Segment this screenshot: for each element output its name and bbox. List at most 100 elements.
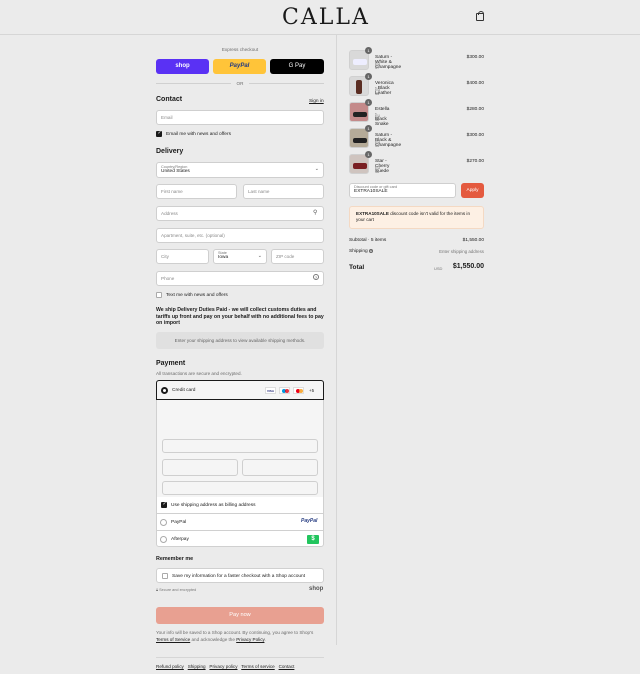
quantity-badge: 1 [365, 47, 372, 54]
afterpay-radio[interactable] [160, 536, 167, 543]
product-price: $300.00 [466, 133, 484, 138]
paypal-logo-icon: PayPal [301, 518, 318, 524]
column-divider [336, 35, 337, 645]
text-me-checkbox[interactable] [156, 292, 162, 298]
or-label: OR [236, 81, 244, 86]
product-price: $270.00 [466, 159, 484, 164]
discount-field[interactable]: Discount code or gift card EXTRA10SALE [349, 183, 456, 198]
afterpay-option-label[interactable]: Afterpay [171, 537, 189, 542]
quantity-badge: 1 [365, 99, 372, 106]
search-icon: ⚲ [313, 210, 318, 216]
country-value: United States [161, 169, 190, 174]
product-size: EU 38 [375, 166, 381, 174]
shoe-image [353, 138, 367, 143]
footer-divider [156, 657, 324, 658]
brand-logo[interactable]: CALLA [282, 5, 370, 30]
shipping-methods-info: Enter your shipping address to view avai… [156, 332, 324, 349]
radio-selected[interactable] [161, 387, 168, 394]
quantity-badge: 1 [365, 125, 372, 132]
product-price: $300.00 [466, 55, 484, 60]
quantity-badge: 1 [365, 151, 372, 158]
last-name-field[interactable]: Last name [243, 184, 324, 199]
terms-of-service-link[interactable]: Terms of service [241, 664, 274, 669]
lock-icon: 🔒︎ [156, 588, 159, 592]
security-code-field[interactable] [242, 459, 318, 476]
discount-value: EXTRA10SALE [354, 189, 388, 194]
remember-me-box: Save my information for a faster checkou… [156, 568, 324, 583]
site-header: CALLA [0, 0, 640, 35]
payment-subtitle: All transactions are secure and encrypte… [156, 371, 242, 376]
name-on-card-field[interactable] [162, 481, 318, 495]
expiration-date-field[interactable] [162, 459, 238, 476]
shoe-image [353, 163, 367, 169]
visa-icon: VISA [265, 387, 276, 394]
shipping-label: Shipping ? [349, 249, 374, 254]
secure-label: Secure and encrypted [159, 588, 197, 592]
text-me-label: Text me with news and offers [166, 293, 228, 298]
product-price: $400.00 [466, 81, 484, 86]
delivery-title: Delivery [156, 148, 184, 155]
remember-me-title: Remember me [156, 556, 194, 562]
terms-link[interactable]: Terms of Service [156, 637, 190, 642]
zip-field[interactable]: ZIP code [271, 249, 324, 264]
quantity-badge: 1 [365, 73, 372, 80]
newsletter-checkbox[interactable] [156, 130, 162, 137]
chevron-down-icon: ⌄ [257, 253, 262, 259]
shop-pay-button[interactable]: shop [156, 59, 209, 74]
contact-title: Contact [156, 96, 183, 103]
privacy-link[interactable]: Privacy Policy [236, 637, 264, 642]
or-divider-left [156, 83, 231, 84]
help-icon[interactable]: ? [313, 274, 319, 280]
error-code: EXTRA10SALE [356, 211, 389, 216]
save-info-checkbox[interactable] [162, 573, 168, 579]
country-select[interactable]: Country/Region United States ⌄ [156, 162, 324, 178]
refund-policy-link[interactable]: Refund policy [156, 664, 184, 669]
paypal-option-label[interactable]: PayPal [171, 520, 186, 525]
address-field[interactable]: Address [156, 206, 324, 221]
paypal-radio[interactable] [160, 519, 167, 526]
contact-link[interactable]: Contact [279, 664, 295, 669]
product-price: $280.00 [466, 107, 484, 112]
shipping-link[interactable]: Shipping [188, 664, 206, 669]
phone-field[interactable]: Phone [156, 271, 324, 286]
email-field[interactable]: Email [156, 110, 324, 125]
save-info-label: Save my information for a faster checkou… [172, 574, 306, 579]
footer-links: Refund policy Shipping Privacy policy Te… [156, 664, 294, 669]
credit-card-label: Credit card [172, 388, 196, 393]
discount-error-banner: EXTRA10SALE discount code isn't valid fo… [349, 206, 484, 229]
first-name-field[interactable]: First name [156, 184, 237, 199]
state-select[interactable]: State Iowa ⌄ [213, 249, 267, 264]
pay-now-button[interactable]: Pay now [156, 607, 324, 624]
currency-code: USD [434, 266, 443, 271]
sign-in-link[interactable]: Sign in [309, 99, 324, 104]
privacy-policy-link[interactable]: Privacy policy [209, 664, 237, 669]
divider [156, 513, 324, 514]
card-number-field[interactable] [162, 439, 318, 453]
shipping-text: Shipping [349, 249, 368, 254]
shoe-image [356, 80, 362, 94]
mastercard-icon [293, 387, 304, 394]
apply-button[interactable]: Apply [461, 183, 484, 198]
apartment-field[interactable]: Apartment, suite, etc. (optional) [156, 228, 324, 243]
or-divider-right [249, 83, 324, 84]
product-size: EU 36 [375, 88, 381, 96]
help-icon[interactable]: ? [369, 249, 374, 253]
shoe-image [353, 112, 367, 117]
legal-and: and acknowledge the [191, 637, 235, 642]
billing-same-checkbox[interactable] [161, 501, 167, 508]
google-pay-button[interactable]: G Pay [270, 59, 324, 74]
city-field[interactable]: City [156, 249, 209, 264]
newsletter-label: Email me with news and offers [166, 132, 231, 137]
paypal-button[interactable]: PayPal [213, 59, 266, 74]
legal-period: . [264, 637, 266, 642]
shoe-image [353, 59, 367, 65]
shopping-bag-icon[interactable] [476, 11, 484, 21]
product-size: EU 38 [375, 114, 381, 122]
more-cards-count: +5 [309, 388, 315, 393]
duties-notice: We ship Delivery Duties Paid - we will c… [156, 307, 324, 326]
subtotal-label: Subtotal · 5 items [349, 238, 387, 243]
credit-card-option[interactable]: Credit card VISA +5 [156, 380, 324, 400]
billing-same-label: Use shipping address as billing address [171, 503, 256, 508]
product-size: EU 36 [375, 140, 381, 148]
subtotal-value: $1,550.00 [462, 238, 484, 243]
